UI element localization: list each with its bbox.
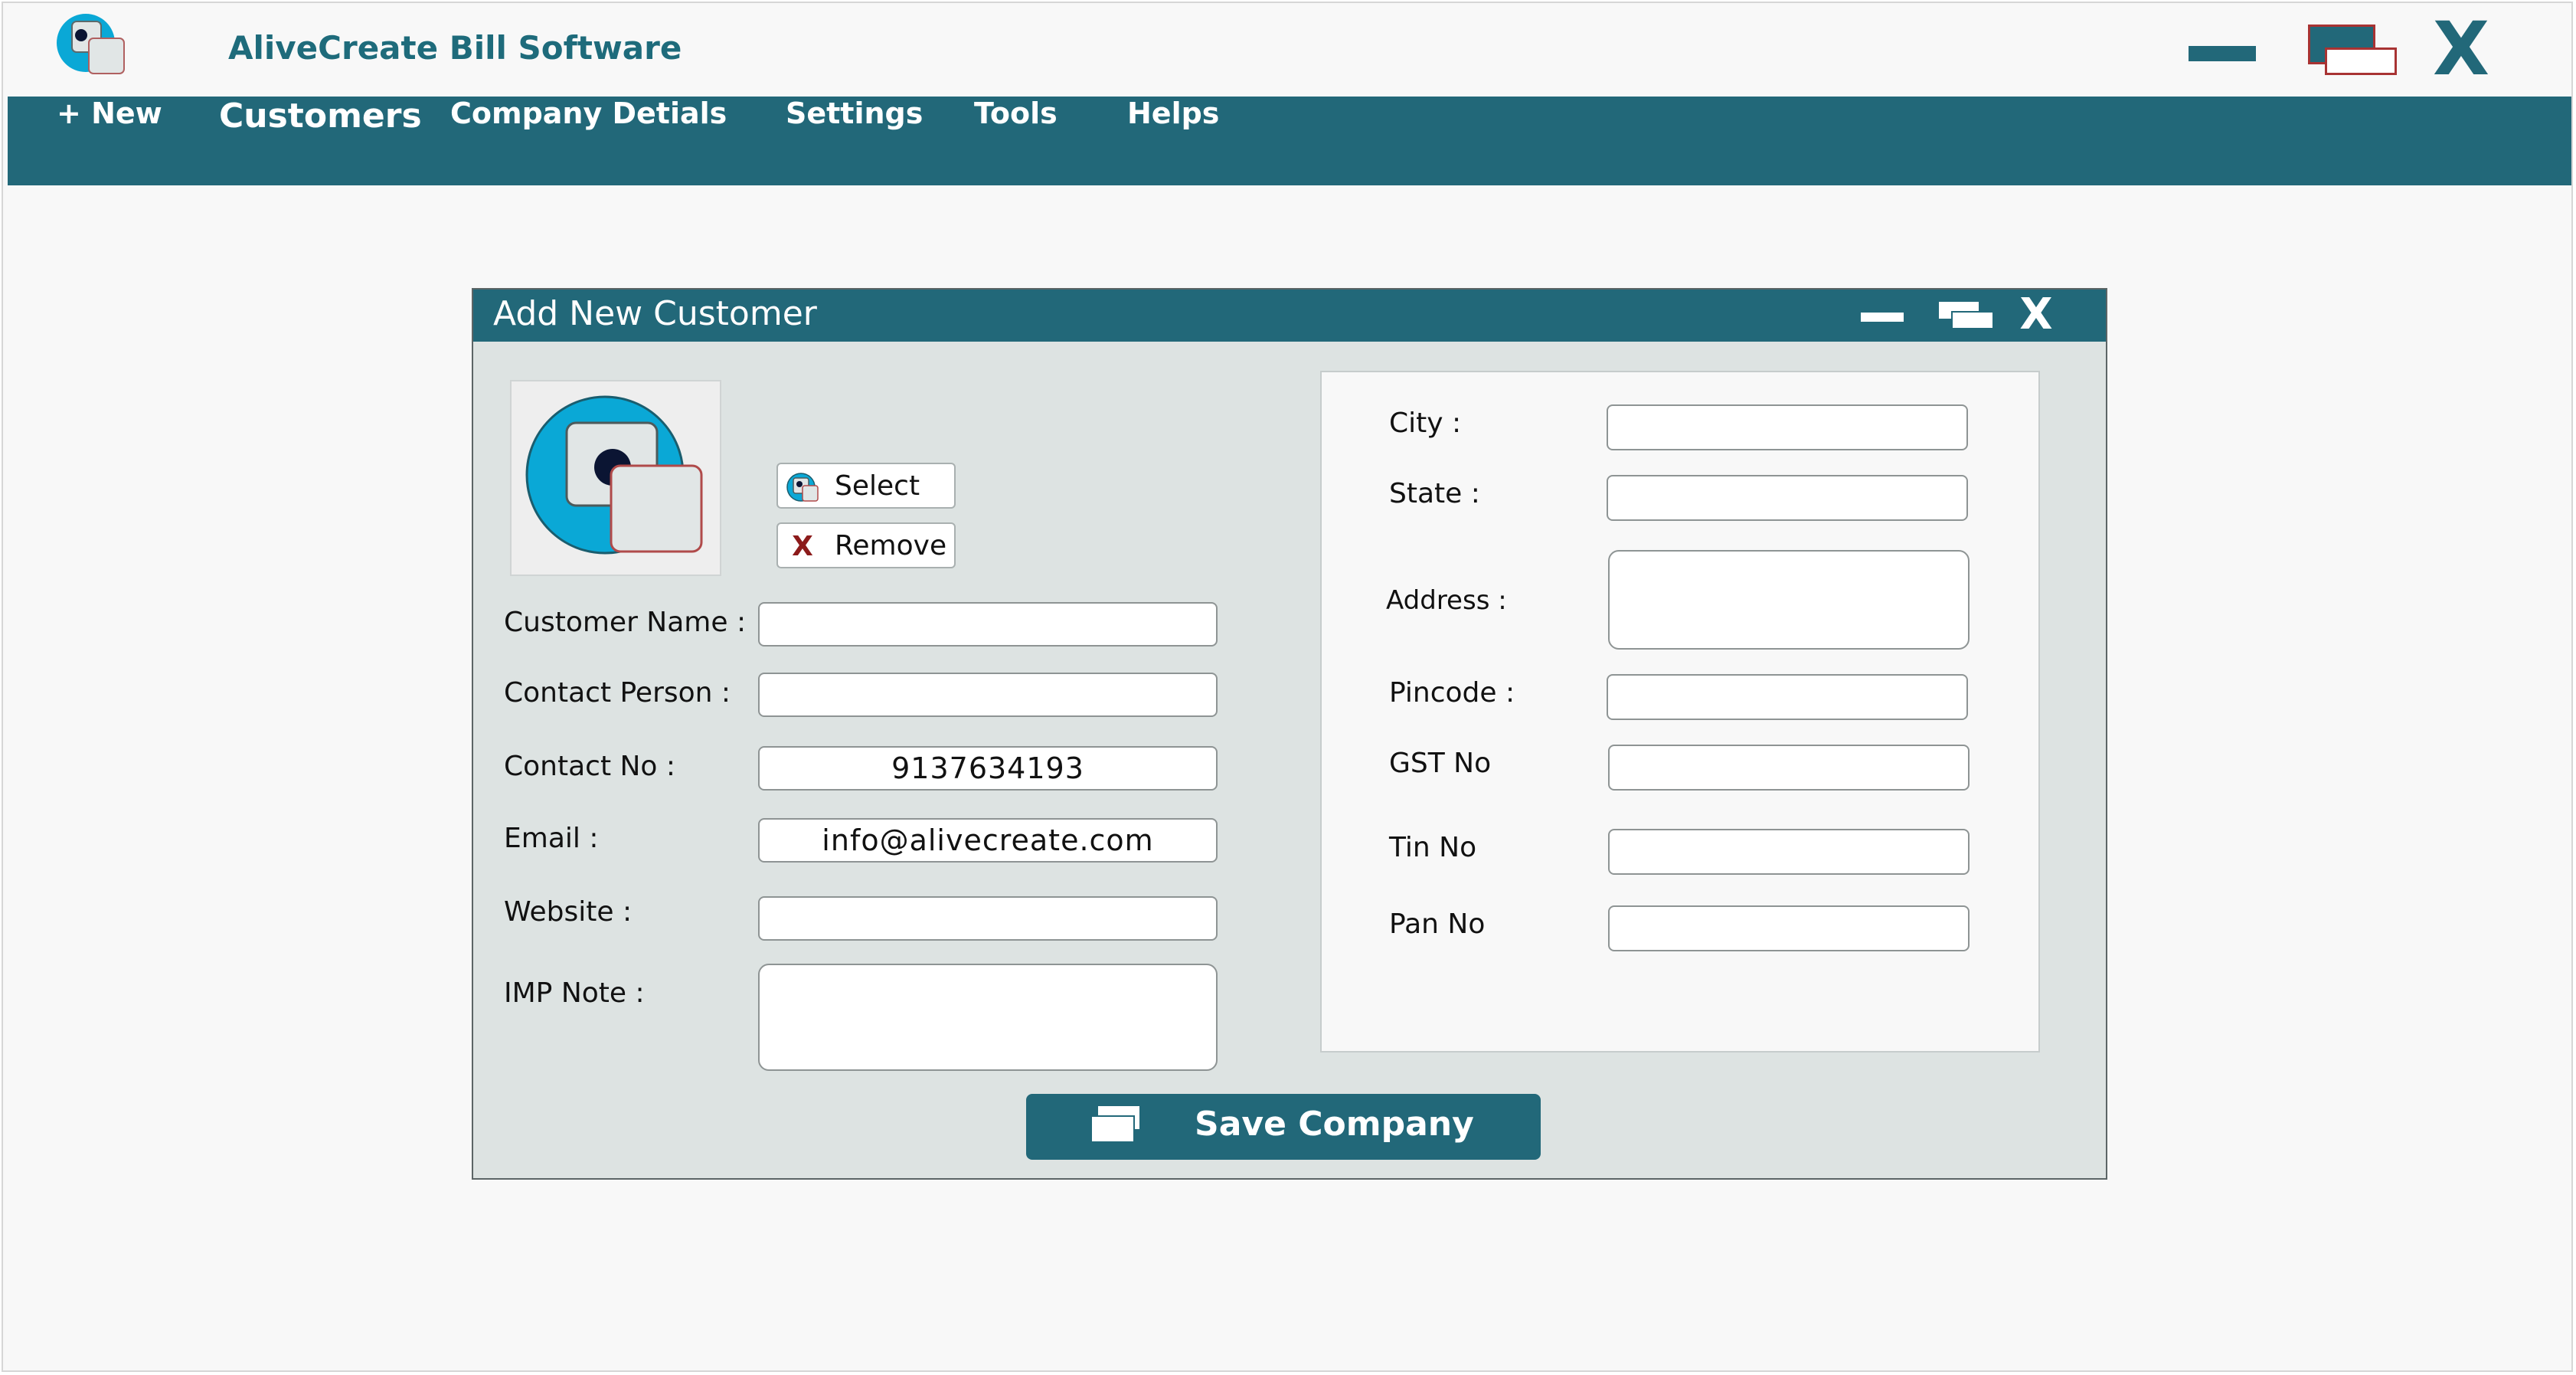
save-icon: [1090, 1105, 1144, 1147]
city-input[interactable]: [1607, 404, 1968, 450]
pincode-label: Pincode :: [1389, 677, 1515, 709]
pan-no-label: Pan No: [1389, 908, 1486, 940]
close-icon[interactable]: X: [2429, 11, 2493, 87]
app-window: AliveCreate Bill Software X + New Custom…: [2, 2, 2573, 1372]
customer-photo: [510, 380, 721, 576]
dialog-minimize-icon[interactable]: [1861, 313, 1904, 322]
menu-item-customers[interactable]: Customers: [219, 97, 422, 185]
address-label: Address :: [1386, 585, 1507, 616]
minimize-icon[interactable]: [2189, 46, 2256, 61]
save-company-button[interactable]: Save Company: [1026, 1094, 1541, 1160]
gst-no-input[interactable]: [1608, 745, 1970, 791]
email-label: Email :: [504, 823, 599, 854]
menu-item-helps[interactable]: Helps: [1127, 97, 1219, 185]
select-icon: [786, 473, 819, 502]
contact-person-input[interactable]: [758, 673, 1218, 717]
pincode-input[interactable]: [1607, 674, 1968, 720]
photo-placeholder-icon: [525, 395, 703, 555]
imp-note-label: IMP Note :: [504, 977, 645, 1009]
state-input[interactable]: [1607, 475, 1968, 521]
customer-name-label: Customer Name :: [504, 607, 747, 638]
imp-note-textarea[interactable]: [758, 964, 1218, 1071]
remove-label: Remove: [835, 530, 947, 561]
add-customer-dialog: Add New Customer X Select X Remove Custo…: [472, 288, 2107, 1180]
dialog-maximize-icon[interactable]: [1937, 300, 1996, 331]
dialog-title: Add New Customer: [493, 294, 817, 333]
menu-item-new[interactable]: + New: [57, 97, 162, 185]
menu-item-tools[interactable]: Tools: [974, 97, 1058, 185]
tin-no-label: Tin No: [1389, 832, 1477, 863]
dialog-close-icon[interactable]: X: [2015, 291, 2057, 339]
gst-no-label: GST No: [1389, 748, 1492, 779]
email-input[interactable]: [758, 818, 1218, 863]
contact-person-label: Contact Person :: [504, 677, 731, 709]
contact-no-input[interactable]: [758, 746, 1218, 791]
select-label: Select: [835, 470, 920, 502]
save-company-label: Save Company: [1195, 1105, 1474, 1144]
state-label: State :: [1389, 478, 1480, 509]
address-panel: City : State : Address : Pincode : GST N…: [1320, 371, 2040, 1053]
menu-item-settings[interactable]: Settings: [786, 97, 923, 185]
tin-no-input[interactable]: [1608, 829, 1970, 875]
menu-item-company-details[interactable]: Company Detials: [450, 97, 727, 185]
pan-no-input[interactable]: [1608, 905, 1970, 951]
customer-name-input[interactable]: [758, 602, 1218, 647]
dialog-title-bar: Add New Customer X: [473, 290, 2106, 342]
remove-icon: X: [792, 531, 813, 562]
website-label: Website :: [504, 896, 633, 928]
select-photo-button[interactable]: Select: [776, 463, 956, 509]
app-title: AliveCreate Bill Software: [228, 29, 682, 67]
menu-bar: + New Customers Company Detials Settings…: [8, 97, 2571, 185]
city-label: City :: [1389, 408, 1462, 439]
website-input[interactable]: [758, 896, 1218, 941]
contact-no-label: Contact No :: [504, 751, 676, 782]
remove-photo-button[interactable]: X Remove: [776, 522, 956, 568]
address-textarea[interactable]: [1608, 550, 1970, 650]
maximize-icon[interactable]: [2308, 25, 2398, 78]
app-logo-icon: [57, 14, 125, 74]
